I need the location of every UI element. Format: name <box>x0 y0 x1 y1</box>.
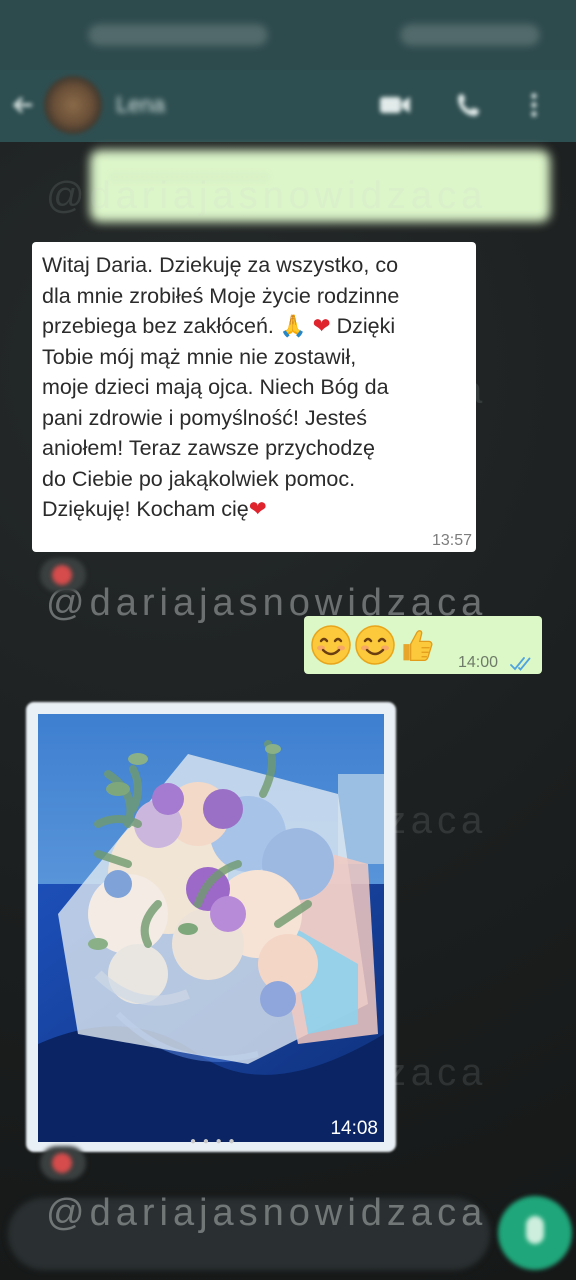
message-time: 14:00 <box>458 654 499 671</box>
mic-button[interactable] <box>498 1196 572 1270</box>
thumbs-up-icon <box>403 630 433 662</box>
message-time: 14:08 <box>330 1118 378 1139</box>
emoji-row <box>310 624 436 666</box>
message-text: Witaj Daria. Dziekuję za wszystko, co dl… <box>42 253 400 521</box>
status-bar-left-indicator <box>88 24 268 46</box>
status-bar-right-indicator <box>400 24 540 46</box>
folded-hands-icon: 🙏 <box>279 314 307 338</box>
outgoing-message-bubble-blurred[interactable] <box>90 150 550 222</box>
red-heart-icon: ❤ <box>248 497 267 521</box>
chat-header: Lena <box>0 70 576 142</box>
video-call-icon[interactable] <box>378 90 412 120</box>
photo-message[interactable]: 14:08 <box>38 714 384 1142</box>
more-vert-icon[interactable] <box>524 90 544 120</box>
back-arrow-icon[interactable] <box>10 92 36 118</box>
message-time: 13:57 <box>431 532 472 549</box>
reaction-badge[interactable] <box>40 1146 86 1180</box>
red-heart-icon: ❤ <box>312 314 331 338</box>
avatar[interactable] <box>44 76 102 134</box>
reaction-badge[interactable] <box>40 558 86 592</box>
smiling-face-icon <box>311 625 351 665</box>
phone-icon[interactable] <box>454 90 488 120</box>
message-input-bar[interactable] <box>8 1198 490 1270</box>
incoming-message-bubble[interactable]: Witaj Daria. Dziekuję za wszystko, co dl… <box>32 242 476 552</box>
outgoing-message-bubble[interactable]: 14:00 <box>304 616 542 674</box>
read-ticks-icon <box>510 657 531 671</box>
blurred-message-text: . . . . . . . . . . . . . . . . <box>112 162 268 182</box>
smiling-face-icon <box>355 625 395 665</box>
contact-name[interactable]: Lena <box>116 92 165 118</box>
photo-pager-dots: ● ● ● ● <box>190 1136 237 1147</box>
bouquet-photo <box>38 714 384 1142</box>
status-bar <box>0 0 576 70</box>
